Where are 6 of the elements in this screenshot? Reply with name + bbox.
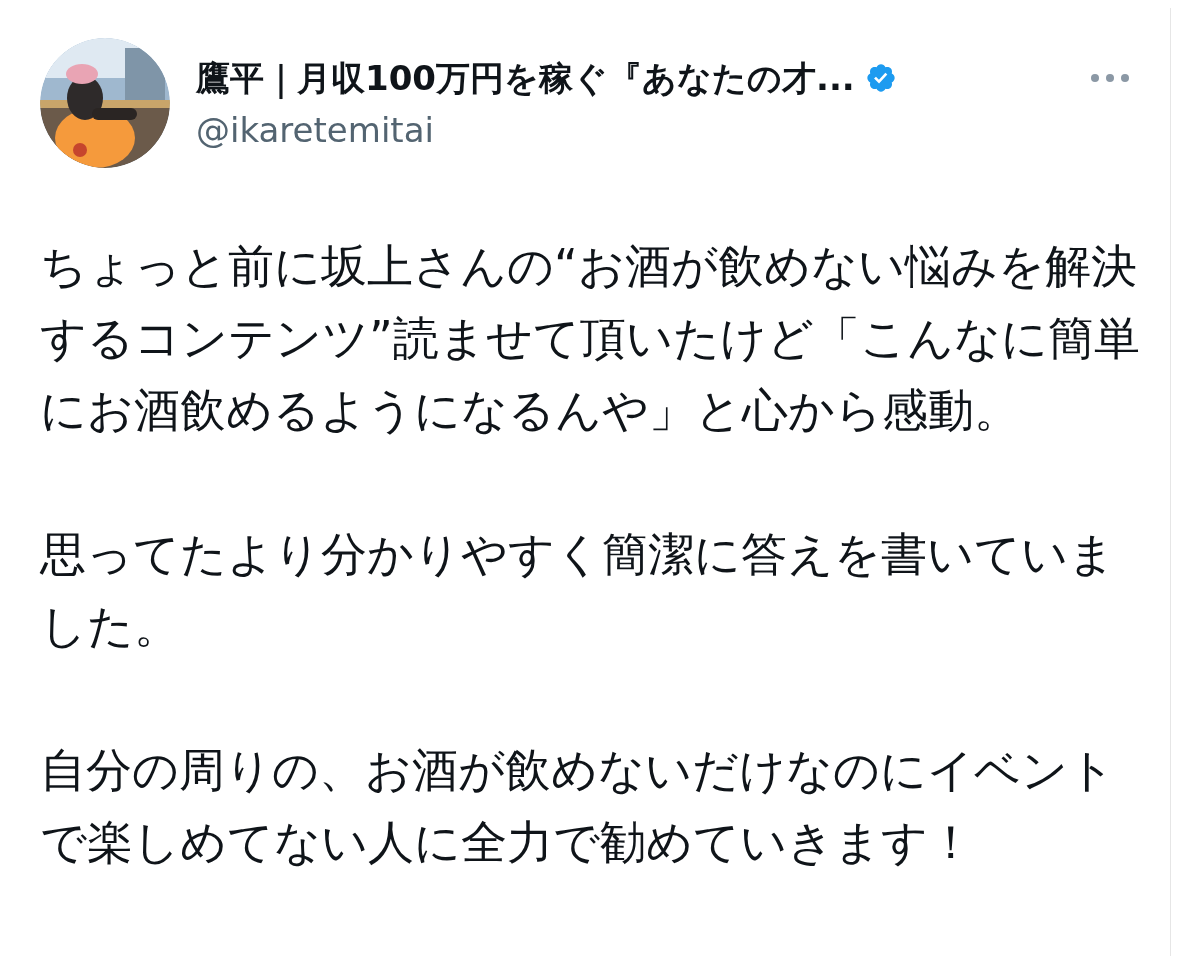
tweet-text: 自分の周りの、お酒が飲めないだけなのにイベントで楽しめてない人に全力で勧めていきます！: [40, 742, 1116, 871]
more-options-icon[interactable]: [1090, 73, 1130, 83]
author-name[interactable]: 鷹平｜月収100万円を稼ぐ『あなたの才...: [196, 58, 855, 98]
tweet-text: 思ってたより分かりやすく簡潔に答えを書いていました。: [40, 526, 1116, 655]
tweet-text: ちょっと前に坂上さんの“お酒が飲めない悩みを解決するコンテンツ”読ませて頂いたけど「こんなに簡単にお酒飲めるようになるんや」と心から感動。: [40, 238, 1140, 439]
author-handle[interactable]: @ikaretemitai: [196, 108, 434, 152]
